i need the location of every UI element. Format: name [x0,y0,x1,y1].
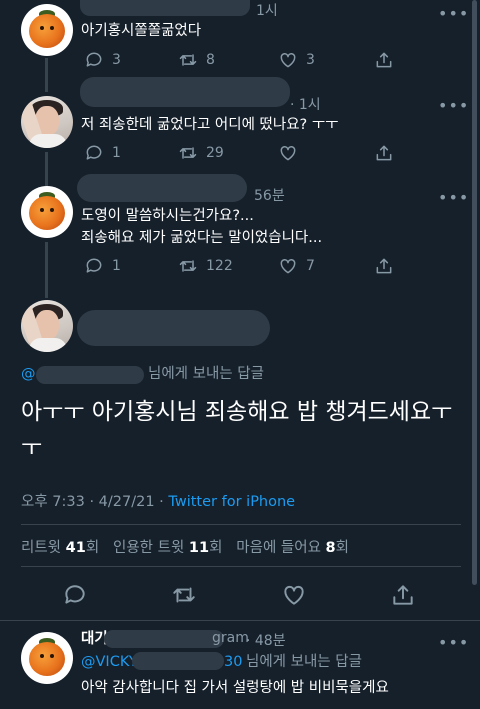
thread-line [45,242,48,298]
avatar[interactable] [21,4,73,56]
like-count: 3 [306,52,315,68]
like-button[interactable]: 7 [278,256,315,276]
redacted-username [77,174,247,202]
reply-icon [65,585,85,604]
tweet-text: 저 죄송한데 굶었다고 어디에 떴나요? ㅜㅜ [81,117,339,133]
reply-context-suffix: 님에게 보내는 답글 [246,654,362,670]
thread-line [45,58,48,92]
redacted-username [104,630,224,648]
more-icon[interactable]: ••• [438,188,469,207]
retweet-count: 122 [206,258,233,274]
redacted-mention [132,652,224,670]
tweet-text: 아악 감사합니다 집 가서 설렁탕에 밥 비비묵을게요 [81,680,389,696]
tweet-time: 56분 [254,188,285,204]
thread-line [45,152,48,186]
tweet-time: 1시 [256,3,278,19]
source-link[interactable]: Twitter for iPhone [168,494,295,510]
redacted-username [77,310,270,346]
reply-mention-end[interactable]: 30 [224,651,242,673]
divider [21,566,461,567]
tweet-time: · 1시 [290,97,321,113]
more-icon[interactable]: ••• [438,633,469,652]
reply-icon [86,145,102,160]
reply-count: 1 [112,145,121,161]
more-icon[interactable]: ••• [438,96,469,115]
avatar[interactable] [21,186,73,238]
retweet-button[interactable]: 8 [178,50,215,70]
focused-tweet-actions [62,582,442,608]
reply-handle: gram [212,630,249,646]
share-button[interactable] [390,582,416,608]
timestamp: 오후 7:33 · 4/27/21 · [21,494,164,510]
retweet-button[interactable]: 122 [178,256,233,276]
retweet-button[interactable]: 29 [178,143,224,163]
tweet-text: 아기홍시쫄쫄굶었다 [81,23,202,39]
quote-stat[interactable]: 인용한 트윗 11회 [113,540,222,556]
reply-context: @ [21,363,36,385]
share-button[interactable] [374,256,394,276]
tweet-timestamp: 오후 7:33 · 4/27/21 · Twitter for iPhone [21,490,295,511]
retweet-icon [179,54,197,66]
share-icon [376,258,392,274]
share-button[interactable] [374,50,394,70]
tweet-text-line-2: 죄송해요 제가 굶었다는 말이었습니다... [81,230,323,246]
reply-context-suffix: 님에게 보내는 답글 [148,366,264,382]
redacted-username [80,77,290,107]
tweet-actions: 1 29 [84,143,464,163]
tweet-actions: 3 8 3 [84,50,464,70]
like-icon [280,258,296,274]
like-icon [280,52,296,68]
tweet-text-line-1: 도영이 말씀하시는건가요?... [81,208,254,224]
reply-icon [86,52,102,67]
share-icon [376,52,392,68]
avatar[interactable] [21,300,73,352]
retweet-count: 8 [206,52,215,68]
retweet-button[interactable] [171,582,197,608]
reply-button[interactable] [62,582,88,608]
share-icon [376,145,392,161]
redacted-mention [36,366,144,384]
like-button[interactable] [281,582,307,608]
like-stat[interactable]: 마음에 들어요 8회 [236,540,349,556]
reply-mention[interactable]: @VICKY [81,651,138,673]
retweet-icon [179,260,197,272]
retweet-count: 29 [206,145,224,161]
avatar[interactable] [21,632,73,684]
like-count: 7 [306,258,315,274]
like-button[interactable] [278,143,306,163]
reply-count: 1 [112,258,121,274]
reply-count: 3 [112,52,121,68]
tweet-stats: 리트윗 41회 인용한 트윗 11회 마음에 들어요 8회 [21,536,349,557]
tweet-time: · 48분 [246,633,286,649]
tweet-actions: 1 122 7 [84,256,464,276]
like-button[interactable]: 3 [278,50,315,70]
divider [0,620,480,621]
reply-icon [86,258,102,273]
divider [21,524,461,525]
retweet-icon [179,147,197,159]
mention-link[interactable]: @ [21,366,36,382]
retweet-icon [173,587,195,603]
share-icon [393,585,413,605]
reply-button[interactable]: 3 [84,50,121,70]
redacted-username [80,0,250,16]
more-icon[interactable]: ••• [438,4,469,23]
like-icon [280,145,296,161]
reply-button[interactable]: 1 [84,256,121,276]
scrollbar[interactable] [472,0,477,585]
reply-button[interactable]: 1 [84,143,121,163]
share-button[interactable] [374,143,394,163]
like-icon [284,585,304,605]
tweet-text: 아ㅜㅜ 아기홍시님 죄송해요 밥 챙겨드세요ㅜ ㅜ [21,399,453,461]
avatar[interactable] [21,96,73,148]
retweet-stat[interactable]: 리트윗 41회 [21,540,99,556]
